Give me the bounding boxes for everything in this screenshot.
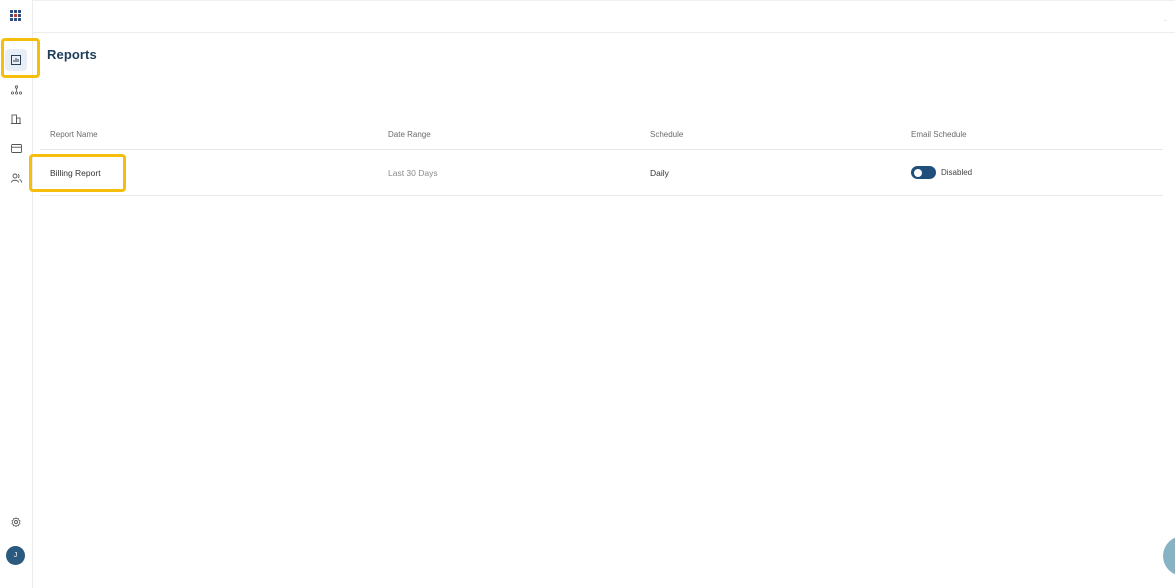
sidebar-item-billing[interactable]: [5, 137, 27, 159]
report-name-link[interactable]: Billing Report: [50, 168, 101, 178]
sidebar: J: [0, 0, 33, 588]
sidebar-item-settings[interactable]: [5, 511, 27, 533]
app-root: J .. Reports Report Name Date Range Sche…: [0, 0, 1175, 588]
column-header-email-schedule[interactable]: Email Schedule: [911, 130, 967, 139]
toggle-knob: [914, 168, 922, 177]
reports-table: Report Name Date Range Schedule Email Sc…: [40, 120, 1163, 196]
sidebar-item-reports[interactable]: [5, 49, 27, 71]
sidebar-item-organizations[interactable]: [5, 108, 27, 130]
date-range-cell: Last 30 Days: [388, 168, 438, 178]
column-header-date-range[interactable]: Date Range: [388, 130, 431, 139]
sidebar-item-hierarchy[interactable]: [5, 79, 27, 101]
email-schedule-toggle[interactable]: [911, 166, 936, 179]
hierarchy-icon: [10, 85, 22, 95]
column-header-schedule[interactable]: Schedule: [650, 130, 683, 139]
user-avatar[interactable]: J: [6, 546, 25, 565]
email-schedule-status: Disabled: [941, 168, 973, 177]
page-title: Reports: [47, 47, 97, 62]
building-icon: [11, 114, 21, 124]
column-header-report-name[interactable]: Report Name: [50, 130, 98, 139]
users-icon: [10, 173, 22, 183]
schedule-cell: Daily: [650, 168, 669, 178]
top-bar: ..: [33, 0, 1175, 33]
more-menu-icon[interactable]: ..: [1164, 17, 1167, 23]
credit-card-icon: [10, 143, 22, 153]
avatar-initial: J: [13, 552, 18, 559]
gear-icon: [11, 517, 21, 527]
table-header: Report Name Date Range Schedule Email Sc…: [40, 120, 1163, 150]
apps-grid-icon[interactable]: [10, 10, 21, 21]
reports-icon: [11, 55, 21, 65]
chat-launcher-button[interactable]: [1163, 536, 1175, 576]
sidebar-item-users[interactable]: [5, 167, 27, 189]
table-row[interactable]: Billing Report Last 30 Days Daily Disabl…: [40, 150, 1163, 196]
